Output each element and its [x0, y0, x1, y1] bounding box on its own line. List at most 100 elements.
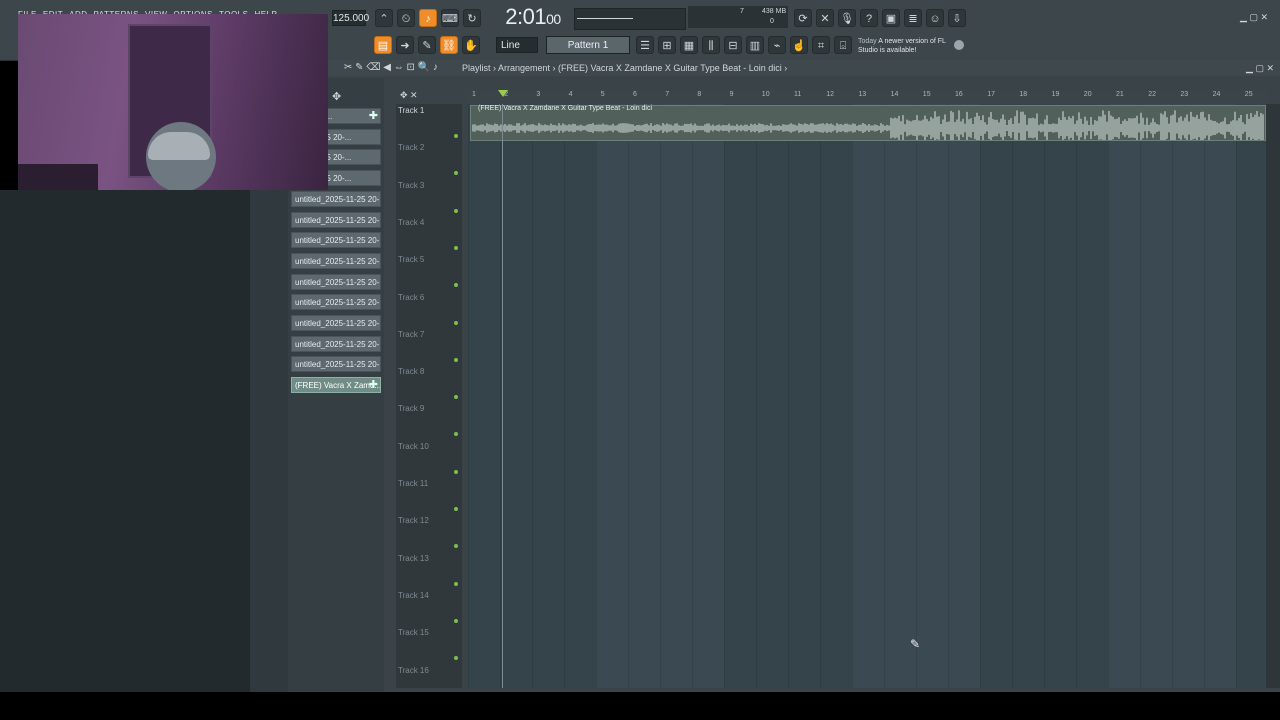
loop-record-icon[interactable]: ↻ — [463, 9, 481, 27]
vertical-scrollbar[interactable] — [1266, 104, 1280, 688]
picker-item[interactable]: untitled_2025-11-25 20-... — [291, 190, 381, 207]
picker-item[interactable]: untitled_2025-11-25 20-... — [291, 211, 381, 228]
plugin-picker-icon[interactable]: ▥ — [746, 36, 764, 54]
picker-item[interactable]: untitled_2025-11-25 20-... — [291, 273, 381, 290]
link-icon[interactable]: ⛓ — [440, 36, 458, 54]
pattern-selector[interactable]: Pattern 1 — [546, 36, 630, 54]
picker-item[interactable]: untitled_2025-11-25 20-... — [291, 356, 381, 373]
track-mute-led[interactable] — [454, 432, 458, 437]
touch-icon[interactable]: ☝ — [790, 36, 808, 54]
snap-selector[interactable]: Line — [496, 37, 538, 53]
channel-rack-icon[interactable]: ≣ — [904, 9, 922, 27]
ruler-tick: 20 — [1083, 91, 1092, 98]
mixer-icon[interactable]: ⫼ — [702, 36, 720, 54]
playlist-window-controls[interactable]: ▁ ▢ ✕ — [1246, 60, 1274, 76]
online-icon[interactable]: ⟳ — [794, 9, 812, 27]
track-mute-led[interactable] — [454, 507, 458, 511]
ruler-tick: 14 — [890, 91, 899, 98]
metronome-icon[interactable]: ⌃ — [375, 9, 393, 27]
track-mute-led[interactable] — [454, 656, 458, 661]
track-name[interactable]: Track 8 — [398, 367, 424, 376]
stamp-icon[interactable]: ✋ — [462, 36, 480, 54]
track-name[interactable]: Track 6 — [398, 293, 424, 302]
save-icon[interactable]: ▣ — [882, 9, 900, 27]
webcam-overlay — [18, 14, 328, 190]
track-name[interactable]: Track 14 — [398, 591, 429, 600]
track-name[interactable]: Track 7 — [398, 330, 424, 339]
channel-rack-button-icon[interactable]: ▦ — [680, 36, 698, 54]
track-mute-led[interactable] — [454, 208, 458, 213]
countdown-icon[interactable]: ♪ — [419, 9, 437, 27]
close-icon[interactable]: ✕ — [1260, 12, 1268, 22]
bottom-bar — [0, 692, 1280, 720]
ruler-tick: 5 — [600, 91, 605, 98]
picker-item[interactable]: (FREE) Vacra X Zamd... ✚ — [291, 377, 381, 394]
track-mute-led[interactable] — [454, 134, 458, 138]
track-name[interactable]: Track 1 — [398, 106, 424, 115]
picker-item-label: untitled_2025-11-25 20-... — [295, 319, 381, 328]
tape-icon[interactable]: ⌗ — [812, 36, 830, 54]
picker-item[interactable]: untitled_2025-11-25 20-... — [291, 232, 381, 249]
track-name[interactable]: Track 4 — [398, 218, 424, 227]
cart-icon[interactable]: ⌺ — [834, 36, 852, 54]
picker-item[interactable]: untitled_2025-11-25 20-... — [291, 335, 381, 352]
playlist-grid[interactable] — [468, 104, 1268, 688]
track-name[interactable]: Track 13 — [398, 554, 429, 563]
track-name[interactable]: Track 16 — [398, 666, 429, 675]
song-time-display[interactable]: 2:0100 — [496, 5, 570, 29]
track-mute-led[interactable] — [454, 395, 458, 400]
track-name[interactable]: Track 3 — [398, 181, 424, 190]
playlist-icon[interactable]: ☰ — [636, 36, 654, 54]
playhead-marker-icon[interactable] — [498, 90, 508, 97]
track-mute-led[interactable] — [454, 171, 458, 176]
picker-item[interactable]: untitled_2025-11-25 20-... — [291, 315, 381, 331]
picker-plus-icon[interactable]: ✚ — [369, 109, 378, 123]
picker-item[interactable]: untitled_2025-11-25 20-... — [291, 294, 381, 311]
maximize-icon[interactable]: ▢ — [1249, 12, 1258, 22]
ruler-tick: 15 — [922, 91, 931, 98]
microphone-icon[interactable]: 🎙 — [838, 9, 856, 27]
track-mute-led[interactable] — [454, 320, 458, 325]
track-name[interactable]: Track 5 — [398, 255, 424, 264]
cpu-value: 7 — [740, 8, 744, 15]
picker-item-label: untitled_2025-11-25 20-... — [295, 256, 381, 266]
step-edit-icon[interactable]: ⌨ — [441, 9, 459, 27]
picker-move-icon[interactable]: ✥ — [332, 90, 341, 103]
picker-item-label: untitled_2025-11-25 20-... — [295, 277, 381, 287]
tempo-display[interactable]: 125.000 — [332, 10, 369, 26]
ruler-tick: 18 — [1019, 91, 1028, 98]
track-mute-led[interactable] — [454, 581, 458, 586]
timeline-ruler[interactable]: 1 2 3 4 5 6 7 8 9 10 11 12 13 14 15 16 17 18 19 20 21 22 23 24 2… — [466, 90, 1268, 104]
update-notice[interactable]: Today A newer version of FL Studio is av… — [858, 37, 953, 55]
arrow-icon[interactable]: ➜ — [396, 36, 414, 54]
minimize-icon[interactable]: ▁ — [1240, 12, 1247, 22]
chat-icon[interactable]: ☺ — [926, 9, 944, 27]
track-name[interactable]: Track 12 — [398, 516, 429, 525]
track-mute-led[interactable] — [454, 544, 458, 549]
ruler-tick: 12 — [826, 91, 834, 98]
track-name[interactable]: Track 9 — [398, 404, 424, 413]
download-icon[interactable]: ⇩ — [948, 9, 966, 27]
track-mute-led[interactable] — [454, 469, 458, 474]
plug-icon[interactable]: ⌁ — [768, 36, 786, 54]
plugin-manager-icon[interactable]: ✕ — [816, 9, 834, 27]
track-name[interactable]: Track 11 — [398, 479, 428, 488]
track-mute-led[interactable] — [454, 245, 458, 250]
help-icon[interactable]: ? — [860, 9, 878, 27]
track-mute-led[interactable] — [454, 283, 458, 288]
globe-icon[interactable] — [954, 40, 964, 50]
browser-icon[interactable]: ⊟ — [724, 36, 742, 54]
piano-roll-icon[interactable]: ⊞ — [658, 36, 676, 54]
wait-record-icon[interactable]: ⏲ — [397, 9, 415, 27]
track-name[interactable]: Track 2 — [398, 143, 424, 152]
track-mute-led[interactable] — [454, 357, 458, 362]
picker-item[interactable]: untitled_2025-11-25 20-... — [291, 252, 381, 269]
track-mute-led[interactable] — [454, 618, 458, 623]
snap-icons[interactable]: ✥ ✕ — [400, 90, 418, 101]
pattern-song-toggle-icon[interactable]: ▤ — [374, 36, 392, 54]
track-name[interactable]: Track 10 — [398, 442, 429, 451]
draw-tool-icon[interactable]: ✎ — [418, 36, 436, 54]
picker-plus-icon[interactable]: ✚ — [369, 378, 378, 392]
cpu-meter: 7 438 MB 0 — [688, 6, 788, 28]
track-name[interactable]: Track 15 — [398, 628, 429, 637]
